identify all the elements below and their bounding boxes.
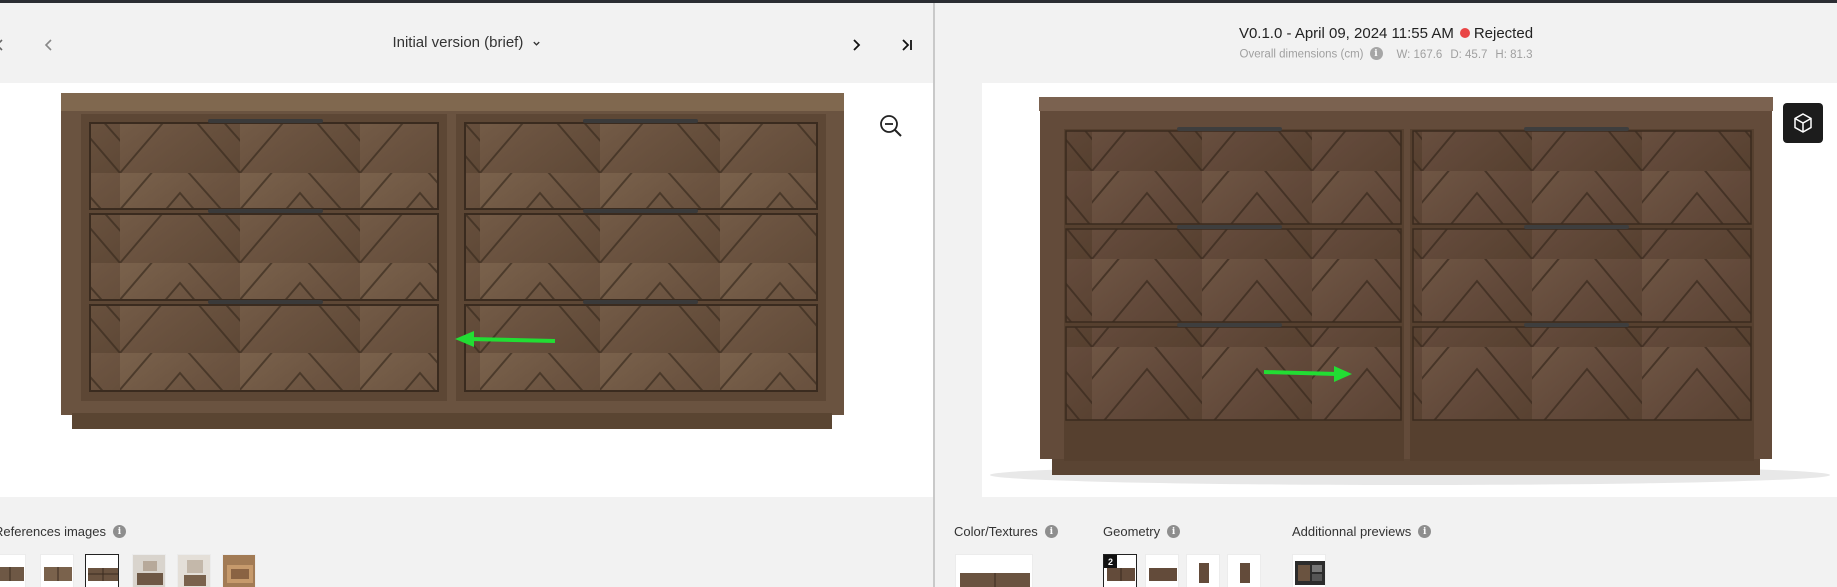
reference-thumb-selected[interactable] xyxy=(85,554,119,587)
info-icon[interactable]: i xyxy=(1369,47,1383,60)
dimension-height: H: 81.3 xyxy=(1495,48,1533,61)
render-viewer[interactable] xyxy=(982,83,1837,497)
geometry-thumb[interactable] xyxy=(1186,554,1220,587)
annotation-arrow xyxy=(455,331,556,347)
reference-thumb[interactable] xyxy=(40,554,74,587)
reference-image-viewer[interactable] xyxy=(0,83,933,497)
last-version-button[interactable] xyxy=(893,31,921,59)
reference-header: Initial version (brief) xyxy=(0,3,933,83)
version-select[interactable]: Initial version (brief) xyxy=(0,34,933,51)
color-textures-label: Color/Textures xyxy=(954,524,1038,539)
geometry-label: Geometry xyxy=(1103,524,1161,539)
version-text: V0.1.0 - April 09, 2024 11:55 AM xyxy=(1238,25,1454,42)
references-label: References images xyxy=(0,524,106,539)
chevron-right-icon xyxy=(853,39,861,51)
version-header: V0.1.0 - April 09, 2024 11:55 AM Rejected… xyxy=(935,3,1837,83)
geometry-section-label: Geometry i xyxy=(1103,524,1186,540)
version-select-label[interactable]: Initial version (brief) xyxy=(392,34,523,51)
reference-thumb[interactable] xyxy=(0,554,26,587)
zoom-out-icon xyxy=(880,115,902,137)
references-section-label: References images i xyxy=(0,524,132,540)
reference-thumb[interactable] xyxy=(222,554,256,587)
status-dot-icon xyxy=(1459,28,1470,39)
cube-icon xyxy=(1794,113,1812,133)
version-pane: V0.1.0 - April 09, 2024 11:55 AM Rejected… xyxy=(935,3,1837,587)
dimension-depth: D: 45.7 xyxy=(1450,48,1488,61)
dimensions-label: Overall dimensions (cm) xyxy=(1239,48,1364,61)
chevron-down-icon xyxy=(532,41,540,46)
color-textures-section-label: Color/Textures i xyxy=(954,524,1064,540)
annotation-arrow xyxy=(1263,366,1352,382)
version-title: V0.1.0 - April 09, 2024 11:55 AM Rejected xyxy=(935,25,1837,42)
info-icon[interactable]: i xyxy=(1418,525,1432,539)
dimensions-row: Overall dimensions (cm) i W: 167.6 D: 45.7 H… xyxy=(935,47,1837,62)
status-text: Rejected xyxy=(1473,25,1534,42)
geometry-count-badge: 2 xyxy=(1104,555,1117,568)
chevron-last-icon xyxy=(902,39,912,51)
additional-preview-thumb[interactable] xyxy=(1292,554,1326,587)
geometry-thumb[interactable] xyxy=(1145,554,1179,587)
info-icon[interactable]: i xyxy=(1044,525,1058,539)
3d-view-button[interactable] xyxy=(1783,103,1823,143)
geometry-thumb-selected[interactable]: 2 xyxy=(1103,554,1137,587)
info-icon[interactable]: i xyxy=(1167,525,1181,539)
reference-pane: Initial version (brief) References image… xyxy=(0,3,933,587)
additional-previews-label: Additionnal previews xyxy=(1292,524,1412,539)
color-texture-thumb[interactable] xyxy=(955,554,1033,587)
reference-thumb[interactable] xyxy=(132,554,166,587)
geometry-thumb[interactable] xyxy=(1227,554,1261,587)
zoom-out-button[interactable] xyxy=(878,113,904,139)
reference-thumb[interactable] xyxy=(177,554,211,587)
additional-previews-section-label: Additionnal previews i xyxy=(1292,524,1437,540)
next-version-button[interactable] xyxy=(842,31,870,59)
dimension-width: W: 167.6 xyxy=(1396,48,1443,61)
info-icon[interactable]: i xyxy=(113,525,126,539)
